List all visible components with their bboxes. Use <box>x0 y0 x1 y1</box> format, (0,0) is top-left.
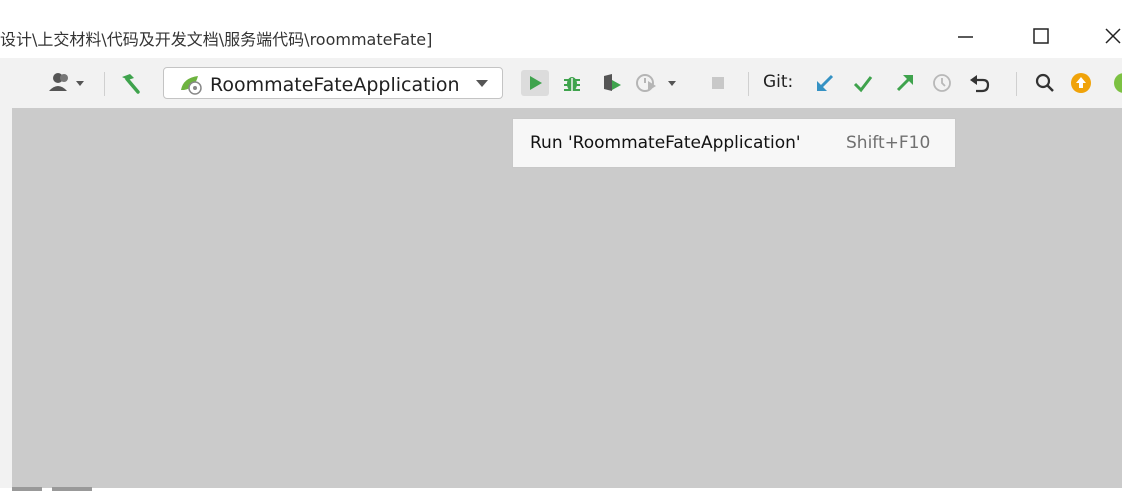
coverage-button[interactable] <box>598 71 626 95</box>
history-icon <box>933 74 951 92</box>
tooltip-text: Run 'RoommateFateApplication' <box>530 133 801 153</box>
build-button[interactable] <box>114 71 144 95</box>
chevron-down-icon <box>476 80 488 87</box>
title-bar: 设计\上交材料\代码及开发文档\服务端代码\roommateFate] <box>0 0 1122 58</box>
run-configuration-label: RoommateFateApplication <box>210 74 460 96</box>
run-button[interactable] <box>521 70 549 96</box>
assistant-button[interactable] <box>1112 71 1122 95</box>
toolbar-separator <box>104 72 105 96</box>
rollback-button[interactable] <box>966 71 992 95</box>
maximize-icon <box>1033 28 1049 44</box>
run-tooltip: Run 'RoommateFateApplication' Shift+F10 <box>512 118 956 168</box>
history-button[interactable] <box>929 71 955 95</box>
git-commit-icon <box>853 76 873 93</box>
update-button[interactable] <box>1068 71 1094 95</box>
toolbar-separator <box>1016 72 1017 96</box>
user-menu-button[interactable] <box>46 71 94 95</box>
status-text-fragment-icon <box>12 487 92 491</box>
git-commit-button[interactable] <box>850 71 876 95</box>
assistant-icon <box>1114 73 1122 93</box>
user-icon <box>49 73 84 91</box>
search-icon <box>1035 73 1054 92</box>
close-button[interactable] <box>1094 18 1122 54</box>
run-icon <box>530 76 542 90</box>
hammer-icon <box>122 74 140 94</box>
git-update-icon <box>817 74 834 91</box>
profile-icon <box>636 74 676 92</box>
toolbar-separator <box>748 72 749 96</box>
tooltip-shortcut: Shift+F10 <box>846 133 931 153</box>
status-bar-fragment <box>12 478 122 491</box>
close-icon <box>1105 28 1121 44</box>
minimize-button[interactable] <box>942 18 988 54</box>
debug-icon <box>564 77 580 91</box>
git-push-button[interactable] <box>892 71 918 95</box>
spring-app-icon <box>181 76 202 95</box>
update-icon <box>1071 73 1091 93</box>
debug-button[interactable] <box>558 71 586 95</box>
left-tool-strip <box>0 108 12 488</box>
coverage-icon <box>604 74 621 91</box>
stop-icon <box>712 77 724 89</box>
git-update-button[interactable] <box>812 71 838 95</box>
profile-button[interactable] <box>634 71 686 95</box>
window-title: 设计\上交材料\代码及开发文档\服务端代码\roommateFate] <box>0 30 433 49</box>
rollback-icon <box>970 75 990 93</box>
stop-button[interactable] <box>706 71 730 95</box>
maximize-button[interactable] <box>1018 18 1064 54</box>
run-configuration-selector[interactable]: RoommateFateApplication <box>163 67 503 99</box>
search-button[interactable] <box>1032 71 1058 95</box>
git-push-icon <box>896 75 913 92</box>
minimize-icon <box>958 36 973 38</box>
git-label: Git: <box>763 72 794 92</box>
main-toolbar: RoommateFateApplication Git: <box>0 58 1122 108</box>
